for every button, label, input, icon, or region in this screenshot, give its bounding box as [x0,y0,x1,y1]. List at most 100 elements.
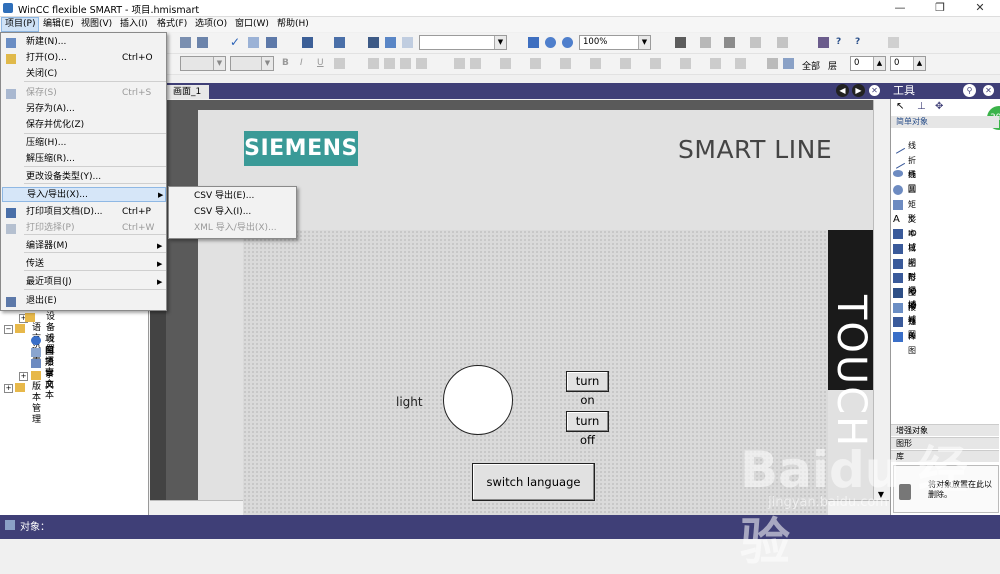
rotate-tool-icon[interactable]: ✥ [935,101,943,112]
submenu-item-xml-import-export[interactable]: XML 导入/导出(X)... [170,221,296,236]
pin-icon[interactable]: ⚲ [963,84,976,97]
menu-item-exit[interactable]: 退出(E) [2,294,166,309]
close-tools-icon[interactable]: ✕ [982,84,995,97]
font-combo[interactable]: ▼ [180,56,226,71]
transfer-icon[interactable] [266,37,277,48]
line-width-icon[interactable] [777,37,788,48]
layers-icon[interactable] [767,58,778,69]
resize-tool-icon[interactable]: ⊥ [917,101,926,112]
menu-insert[interactable]: 插入(I) [117,18,151,31]
collapse-icon[interactable]: − [4,325,13,334]
tab-screen-1[interactable]: 画面_1 [165,85,210,99]
same-size-icon[interactable] [530,58,541,69]
close-editor-icon[interactable]: ✕ [868,84,881,97]
italic-icon[interactable]: I [300,58,311,69]
align-left-icon[interactable] [368,58,379,69]
object-combo[interactable]: ▼ [419,35,507,50]
expand-icon[interactable]: + [19,372,28,381]
flip-icon[interactable] [470,58,481,69]
menu-item-save-optimize[interactable]: 保存并优化(Z) [2,118,166,133]
compile-icon[interactable] [248,37,259,48]
find-icon[interactable] [368,37,379,48]
zoom-combo[interactable]: 100% ▼ [579,35,651,50]
menu-item-label: CSV 导入(I)... [194,207,252,217]
submenu-item-csv-import[interactable]: CSV 导入(I)... [170,205,296,220]
tab-next-icon[interactable]: ▶ [852,84,865,97]
close-window-button[interactable]: ✕ [960,0,1000,16]
underline-icon[interactable]: U [317,58,328,69]
check-icon[interactable]: ✓ [230,36,241,48]
switch-language-button[interactable]: switch language [472,463,595,501]
minimize-button[interactable]: — [880,0,920,16]
menu-item-import-export[interactable]: 导入/导出(X)... ▶ [2,187,166,202]
turn-on-button[interactable]: turn on [566,371,609,407]
bring-front-icon[interactable] [710,58,721,69]
menu-item-open[interactable]: 打开(O)... Ctrl+O [2,51,166,66]
align-center-icon[interactable] [384,58,395,69]
font-color-icon[interactable] [724,37,735,48]
menu-format[interactable]: 格式(F) [154,18,190,31]
help-icon[interactable]: ? [836,37,847,48]
replace-icon[interactable] [385,37,396,48]
simple-objects-header[interactable]: 简单对象 [891,116,999,128]
folder-icon [25,313,35,322]
zoom-out-icon[interactable] [562,37,573,48]
line-style-icon[interactable] [750,37,761,48]
menu-item-decompress[interactable]: 解压缩(R)... [2,152,166,167]
submenu-item-csv-export[interactable]: CSV 导出(E)... [170,189,296,204]
menu-item-close[interactable]: 关闭(C) [2,67,166,82]
menu-item-save[interactable]: 保存(S) Ctrl+S [2,86,166,101]
menu-edit[interactable]: 编辑(E) [40,18,77,31]
expand-icon[interactable]: + [4,384,13,393]
grid-icon[interactable] [560,58,571,69]
restore-button[interactable]: ❐ [920,0,960,16]
download-icon[interactable] [302,37,313,48]
menu-item-new[interactable]: 新建(N)... [2,35,166,50]
menu-item-print-selection[interactable]: 打印选择(P) Ctrl+W [2,221,166,236]
menu-item-compress[interactable]: 压缩(H)... [2,136,166,151]
paste-icon[interactable] [197,37,208,48]
turn-off-button[interactable]: turn off [566,411,609,447]
zoom-area-icon[interactable] [528,37,539,48]
menu-project[interactable]: 项目(P) [1,17,40,32]
menu-view[interactable]: 视图(V) [78,18,115,31]
send-back-icon[interactable] [735,58,746,69]
tab-prev-icon[interactable]: ◀ [836,84,849,97]
all-layers-icon[interactable] [783,58,794,69]
menu-item-print-doc[interactable]: 打印项目文档(D)... Ctrl+P [2,205,166,220]
bold-icon[interactable]: B [282,58,293,69]
line-color-icon[interactable] [700,37,711,48]
align-top-icon[interactable] [416,58,427,69]
menu-item-transfer[interactable]: 传送 ▶ [2,257,166,272]
layer-up-icon[interactable] [650,58,661,69]
fill-color-icon[interactable] [675,37,686,48]
menu-item-save-as[interactable]: 另存为(A)... [2,102,166,117]
layer-spinner[interactable]: 0 ▲ [850,56,886,71]
font-size-combo[interactable]: ▼ [230,56,274,71]
align-icon[interactable] [334,58,345,69]
menu-help[interactable]: 帮助(H) [274,18,312,31]
goto-icon[interactable] [402,37,413,48]
rotate-icon[interactable] [454,58,465,69]
value-spinner[interactable]: 0 ▲ [890,56,926,71]
context-help-icon[interactable]: ? [855,37,866,48]
print-doc-icon [6,208,16,218]
library-icon[interactable] [818,37,829,48]
group-icon[interactable] [590,58,601,69]
window-layout-icon[interactable] [888,37,899,48]
layer-down-icon[interactable] [680,58,691,69]
distribute-icon[interactable] [500,58,511,69]
menu-item-recent-projects[interactable]: 最近项目(J) ▶ [2,275,166,290]
order-icon[interactable] [620,58,631,69]
menu-item-compiler[interactable]: 编译器(M) ▶ [2,239,166,254]
menu-options[interactable]: 选项(O) [192,18,230,31]
light-label[interactable]: light [396,395,423,409]
align-right-icon[interactable] [400,58,411,69]
menu-item-change-device[interactable]: 更改设备类型(Y)... [2,170,166,185]
select-tool-icon[interactable]: ↖ [896,101,904,112]
zoom-in-icon[interactable] [545,37,556,48]
light-indicator-circle[interactable] [443,365,513,435]
menu-window[interactable]: 窗口(W) [232,18,272,31]
object-icon[interactable] [334,37,345,48]
copy-icon[interactable] [180,37,191,48]
